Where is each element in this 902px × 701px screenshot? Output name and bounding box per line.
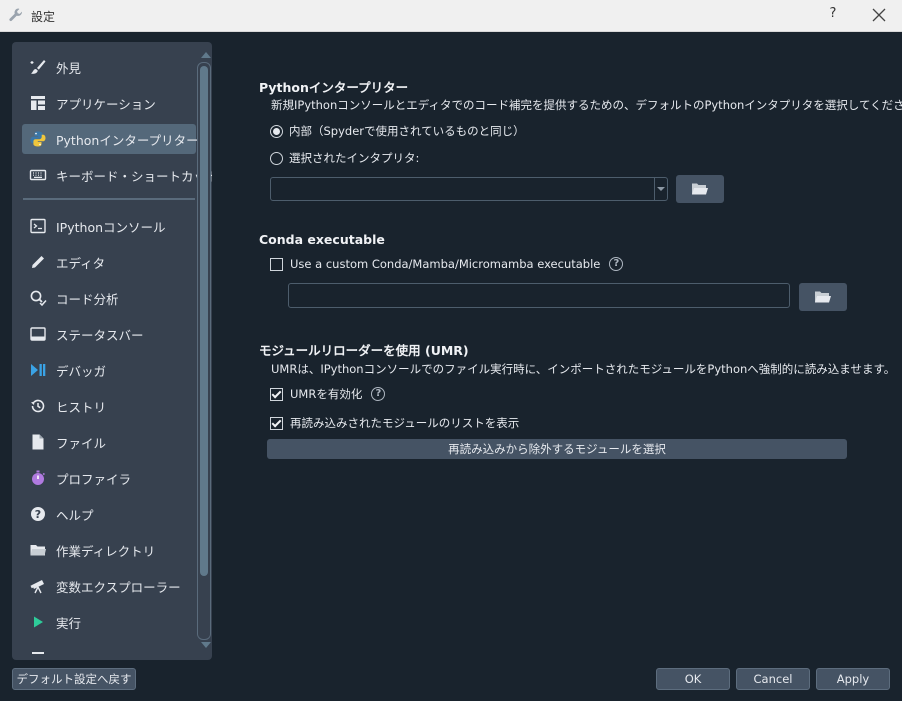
wrench-icon bbox=[9, 8, 23, 22]
sidebar-item-profiler[interactable]: プロファイラ bbox=[22, 463, 196, 493]
window-title: 設定 bbox=[31, 10, 56, 24]
settings-sidebar: 外見 アプリケーション Pythonインタープリター キーボード・ショートカット… bbox=[12, 42, 212, 660]
sidebar-item-label: アプリケーション bbox=[56, 96, 156, 112]
settings-page: Pythonインタープリター 新規IPythonコンソールとエディタでのコード補… bbox=[212, 31, 902, 661]
keyboard-icon bbox=[29, 166, 47, 184]
sidebar-item-label: Pythonインタープリター bbox=[56, 132, 199, 148]
sidebar-item-debugger[interactable]: デバッガ bbox=[22, 355, 196, 385]
reset-defaults-button[interactable]: デフォルト設定へ戻す bbox=[12, 668, 136, 690]
checkbox-label: UMRを有効化 bbox=[290, 387, 363, 401]
radio-label: 内部（Spyderで使用されているものと同じ） bbox=[289, 124, 525, 138]
sidebar-item-label: IPythonコンソール bbox=[56, 219, 166, 235]
ok-button[interactable]: OK bbox=[656, 668, 730, 690]
terminal-icon bbox=[29, 217, 47, 235]
help-icon[interactable]: ? bbox=[609, 257, 624, 271]
sidebar-item-label: エディタ bbox=[56, 255, 106, 271]
sidebar-item-editor[interactable]: エディタ bbox=[22, 247, 196, 277]
folder-open-icon bbox=[692, 183, 708, 195]
help-button[interactable]: ? bbox=[826, 6, 840, 21]
paintbrush-icon bbox=[29, 58, 47, 76]
python-icon bbox=[29, 130, 47, 148]
sidebar-item-variable-explorer[interactable]: 変数エクスプローラー bbox=[22, 571, 196, 601]
debug-icon bbox=[29, 361, 47, 379]
conda-section-title: Conda executable bbox=[259, 232, 385, 247]
sidebar-item-status-bar[interactable]: ステータスバー bbox=[22, 319, 196, 349]
radio-label: 選択されたインタプリタ: bbox=[289, 151, 420, 165]
interpreter-path-combobox[interactable] bbox=[270, 177, 668, 201]
sidebar-item-python-interpreter[interactable]: Pythonインタープリター bbox=[22, 124, 199, 154]
interpreter-description: 新規IPythonコンソールとエディタでのコード補完を提供するための、デフォルト… bbox=[271, 98, 902, 112]
sidebar-item-label: 作業ディレクトリ bbox=[56, 543, 156, 559]
close-icon[interactable] bbox=[870, 6, 888, 24]
apply-button[interactable]: Apply bbox=[816, 668, 890, 690]
sidebar-item-help[interactable]: ? ヘルプ bbox=[22, 499, 196, 529]
sidebar-item-ipython-console[interactable]: IPythonコンソール bbox=[22, 211, 196, 241]
sidebar-scrollbar[interactable] bbox=[197, 62, 211, 640]
folder-open-icon bbox=[815, 291, 831, 303]
sidebar-item-label: ヘルプ bbox=[56, 507, 94, 523]
radio-button[interactable] bbox=[270, 124, 283, 138]
sidebar-item-working-directory[interactable]: 作業ディレクトリ bbox=[22, 535, 196, 565]
file-icon bbox=[29, 433, 47, 451]
sidebar-item-appearance[interactable]: 外見 bbox=[22, 52, 196, 82]
run-icon bbox=[29, 613, 47, 631]
sidebar-item-label: デバッガ bbox=[56, 363, 107, 379]
sidebar-item-keyboard-shortcuts[interactable]: キーボード・ショートカット bbox=[22, 160, 212, 190]
checkbox-label: Use a custom Conda/Mamba/Micromamba exec… bbox=[290, 257, 601, 271]
sidebar-item-code-analysis[interactable]: コード分析 bbox=[22, 283, 196, 313]
interpreter-section-title: Pythonインタープリター bbox=[259, 80, 409, 95]
layout-icon bbox=[29, 94, 47, 112]
internal-interpreter-radio[interactable]: 内部（Spyderで使用されているものと同じ） bbox=[270, 123, 525, 139]
umr-section-title: モジュールリローダーを使用 (UMR) bbox=[259, 343, 469, 358]
sidebar-item-application[interactable]: アプリケーション bbox=[22, 88, 196, 118]
statusbar-icon bbox=[29, 325, 47, 343]
sidebar-item-label: 変数エクスプローラー bbox=[56, 579, 181, 595]
cancel-button[interactable]: Cancel bbox=[736, 668, 810, 690]
umr-show-list-row[interactable]: 再読み込みされたモジュールのリストを表示 bbox=[270, 415, 519, 431]
sidebar-item-label: 実行 bbox=[56, 615, 82, 631]
sidebar-item-label: プロファイラ bbox=[56, 471, 132, 487]
sidebar-item-label: ファイル bbox=[56, 435, 107, 451]
checkbox-label: 再読み込みされたモジュールのリストを表示 bbox=[290, 416, 520, 430]
browse-interpreter-button[interactable] bbox=[676, 175, 724, 203]
sidebar-item-partial[interactable] bbox=[22, 642, 196, 660]
pencil-icon bbox=[29, 253, 47, 271]
umr-show-list-checkbox[interactable] bbox=[270, 416, 283, 430]
sidebar-item-label: 外見 bbox=[56, 60, 82, 76]
svg-text:?: ? bbox=[35, 508, 41, 521]
scrollbar-thumb[interactable] bbox=[200, 66, 208, 576]
sidebar-item-files[interactable]: ファイル bbox=[22, 427, 196, 457]
sidebar-item-history[interactable]: ヒストリ bbox=[22, 391, 196, 421]
exclude-modules-button[interactable]: 再読み込みから除外するモジュールを選択 bbox=[267, 439, 847, 459]
sidebar-item-label: キーボード・ショートカット bbox=[56, 168, 212, 184]
scroll-down-arrow[interactable] bbox=[201, 642, 211, 648]
sidebar-item-label: ステータスバー bbox=[56, 327, 144, 343]
scroll-up-arrow[interactable] bbox=[201, 52, 211, 58]
selected-interpreter-radio[interactable]: 選択されたインタプリタ: bbox=[270, 150, 419, 166]
title-bar: 設定 ? bbox=[0, 0, 902, 32]
umr-enable-row[interactable]: UMRを有効化 ? bbox=[270, 386, 386, 402]
chevron-down-icon[interactable] bbox=[654, 178, 667, 200]
umr-enable-checkbox[interactable] bbox=[270, 387, 283, 401]
help-circle-icon: ? bbox=[29, 505, 47, 523]
custom-conda-checkbox-row[interactable]: Use a custom Conda/Mamba/Micromamba exec… bbox=[270, 257, 624, 271]
umr-description: UMRは、IPythonコンソールでのファイル実行時に、インポートされたモジュー… bbox=[271, 362, 896, 376]
sidebar-divider bbox=[23, 198, 195, 200]
search-check-icon bbox=[29, 289, 47, 307]
sidebar-item-label: ヒストリ bbox=[56, 399, 107, 415]
browse-conda-button[interactable] bbox=[799, 283, 847, 311]
stopwatch-icon bbox=[29, 469, 47, 487]
sidebar-item-label: コード分析 bbox=[56, 291, 119, 307]
help-icon[interactable]: ? bbox=[371, 387, 386, 401]
radio-button[interactable] bbox=[270, 151, 283, 165]
folder-icon bbox=[29, 541, 47, 559]
sidebar-item-run[interactable]: 実行 bbox=[22, 607, 196, 637]
conda-path-field[interactable] bbox=[288, 283, 790, 308]
custom-conda-checkbox[interactable] bbox=[270, 257, 283, 271]
overflow-icon bbox=[29, 650, 47, 660]
history-icon bbox=[29, 397, 47, 415]
telescope-icon bbox=[29, 577, 47, 595]
